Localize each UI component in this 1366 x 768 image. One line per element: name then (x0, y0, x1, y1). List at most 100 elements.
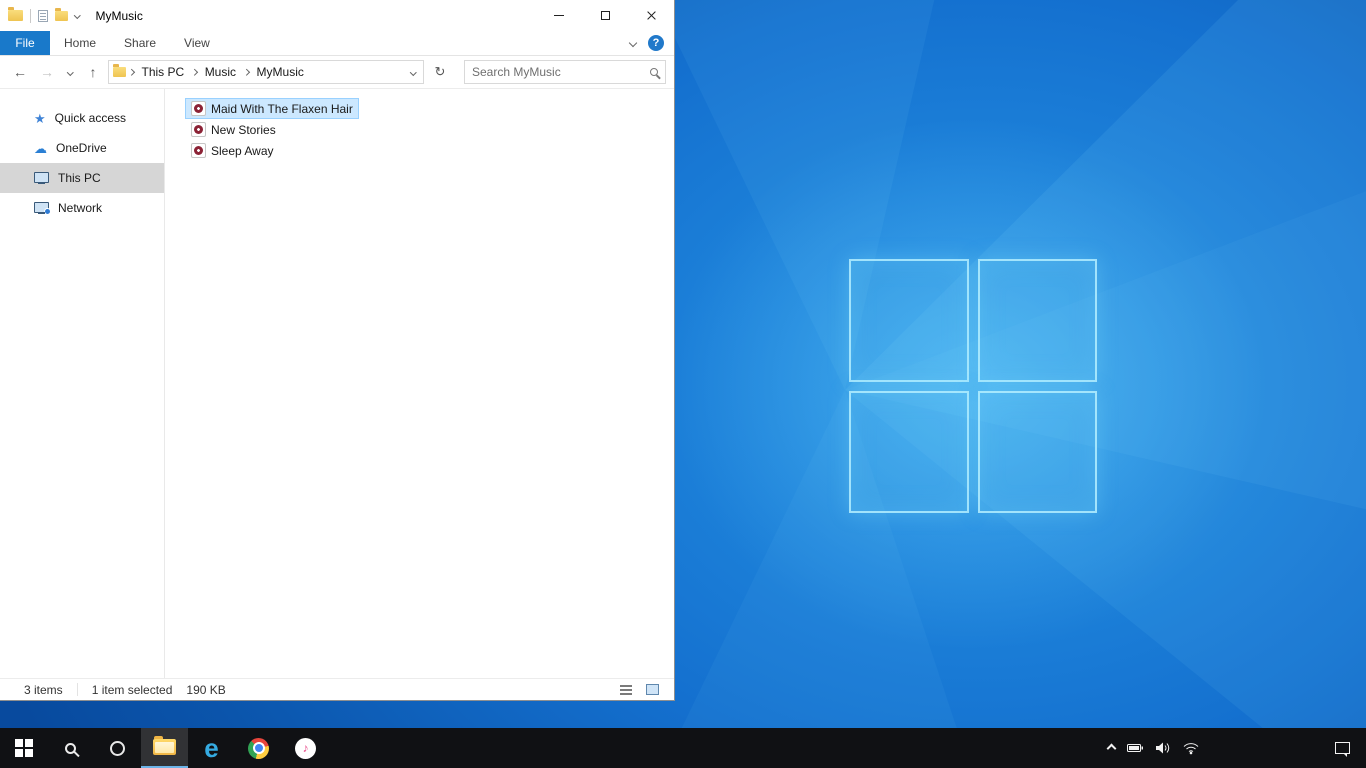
file-item-sleep-away[interactable]: Sleep Away (185, 140, 280, 161)
file-name: New Stories (211, 122, 276, 137)
title-bar: MyMusic (0, 0, 674, 31)
sidebar-item-onedrive[interactable]: ☁ OneDrive (0, 133, 164, 163)
large-icons-view-button[interactable] (642, 681, 662, 699)
maximize-button[interactable] (582, 0, 628, 31)
breadcrumb-chevron-icon (191, 68, 198, 76)
close-button[interactable] (628, 0, 674, 31)
star-icon: ★ (34, 110, 46, 126)
address-dropdown[interactable] (409, 68, 420, 76)
globe-icon (44, 208, 51, 215)
cloud-icon: ☁ (34, 140, 47, 156)
music-file-icon (191, 101, 206, 116)
search-icon (65, 742, 76, 754)
recent-locations-button[interactable] (62, 60, 78, 84)
forward-button[interactable]: → (35, 60, 59, 84)
tab-file[interactable]: File (0, 31, 50, 55)
help-button[interactable]: ? (648, 35, 664, 51)
file-item-new-stories[interactable]: New Stories (185, 119, 282, 140)
sidebar-item-label: Quick access (54, 111, 127, 125)
chevron-up-icon (1106, 743, 1117, 753)
network-icon (34, 202, 51, 215)
music-file-icon (191, 122, 206, 137)
breadcrumb-chevron-icon (243, 68, 250, 76)
details-view-button[interactable] (616, 681, 636, 699)
search-box (464, 60, 666, 84)
window-title: MyMusic (95, 8, 143, 23)
file-explorer-window: MyMusic File Home Share View ? ← → ↑ Thi… (0, 0, 675, 701)
properties-icon[interactable] (38, 9, 48, 22)
start-button[interactable] (0, 728, 47, 768)
volume-button[interactable] (1156, 742, 1171, 754)
taskbar-edge-button[interactable]: e (188, 728, 235, 768)
window-body: ★ Quick access ☁ OneDrive This PC Networ… (0, 89, 674, 678)
breadcrumb-this-pc[interactable]: This PC (137, 65, 190, 79)
music-file-icon (191, 143, 206, 158)
itunes-icon: ♪ (295, 737, 316, 759)
taskbar-itunes-button[interactable]: ♪ (282, 728, 329, 768)
customize-toolbar-chevron-icon[interactable] (74, 12, 81, 19)
hidden-icons-button[interactable] (1106, 743, 1117, 753)
network-button[interactable] (1183, 742, 1199, 755)
caption-buttons (536, 0, 674, 31)
windows-start-icon (14, 739, 33, 757)
location-folder-icon (113, 64, 126, 77)
action-center-button[interactable] (1335, 742, 1350, 757)
up-button[interactable]: ↑ (81, 60, 105, 84)
sidebar-item-label: This PC (58, 171, 101, 185)
view-toggles (616, 681, 662, 699)
battery-button[interactable] (1127, 743, 1144, 753)
address-bar[interactable]: This PC Music MyMusic (108, 60, 424, 84)
quick-access-toolbar (8, 7, 81, 23)
navigation-pane: ★ Quick access ☁ OneDrive This PC Networ… (0, 89, 165, 678)
tab-view[interactable]: View (170, 31, 224, 55)
minimize-button[interactable] (536, 0, 582, 31)
action-center-icon (1335, 742, 1350, 757)
selection-count: 1 item selected (91, 682, 173, 697)
system-tray (1106, 728, 1366, 768)
file-name: Sleep Away (211, 143, 274, 158)
tab-share[interactable]: Share (110, 31, 170, 55)
taskbar-search-button[interactable] (47, 728, 94, 768)
taskbar: e ♪ (0, 728, 1366, 768)
file-explorer-icon (153, 736, 176, 755)
sidebar-item-this-pc[interactable]: This PC (0, 163, 164, 193)
search-input[interactable] (472, 65, 650, 79)
file-name: Maid With The Flaxen Hair (211, 101, 353, 116)
tab-home[interactable]: Home (50, 31, 110, 55)
file-list: Maid With The Flaxen Hair New Stories Sl… (165, 89, 674, 678)
sidebar-item-network[interactable]: Network (0, 193, 164, 223)
window-folder-icon (8, 7, 23, 21)
items-count: 3 items (24, 682, 63, 697)
chevron-down-icon (409, 68, 416, 76)
chrome-icon (248, 737, 269, 759)
file-item-maid-with-the-flaxen-hair[interactable]: Maid With The Flaxen Hair (185, 98, 359, 119)
edge-icon: e (204, 733, 219, 763)
new-folder-icon[interactable] (55, 7, 68, 21)
cortana-button[interactable] (94, 728, 141, 768)
ribbon-right-controls: ? (628, 31, 674, 55)
back-button[interactable]: ← (8, 60, 32, 84)
windows-logo-pane (977, 259, 1097, 382)
windows-logo-pane (849, 390, 969, 513)
chevron-down-icon (66, 68, 74, 76)
cortana-icon (110, 740, 125, 756)
ribbon-tab-row: File Home Share View ? (0, 31, 674, 56)
refresh-button[interactable]: ↻ (427, 60, 453, 84)
status-bar: 3 items 1 item selected 190 KB (0, 678, 674, 700)
battery-icon (1127, 744, 1143, 752)
taskbar-chrome-button[interactable] (235, 728, 282, 768)
windows-logo (849, 259, 1097, 513)
breadcrumb-music[interactable]: Music (200, 65, 241, 79)
minimize-icon (554, 15, 564, 16)
sidebar-item-label: Network (58, 201, 103, 215)
maximize-icon (600, 11, 610, 20)
selection-size: 190 KB (186, 682, 226, 697)
search-icon[interactable] (650, 68, 658, 76)
breadcrumb-mymusic[interactable]: MyMusic (252, 65, 309, 79)
sidebar-item-quick-access[interactable]: ★ Quick access (0, 103, 164, 133)
expand-ribbon-chevron-icon[interactable] (628, 38, 638, 48)
windows-logo-pane (849, 259, 969, 382)
taskbar-file-explorer-button[interactable] (141, 728, 188, 768)
details-view-icon (620, 684, 632, 695)
volume-icon (1156, 742, 1170, 754)
